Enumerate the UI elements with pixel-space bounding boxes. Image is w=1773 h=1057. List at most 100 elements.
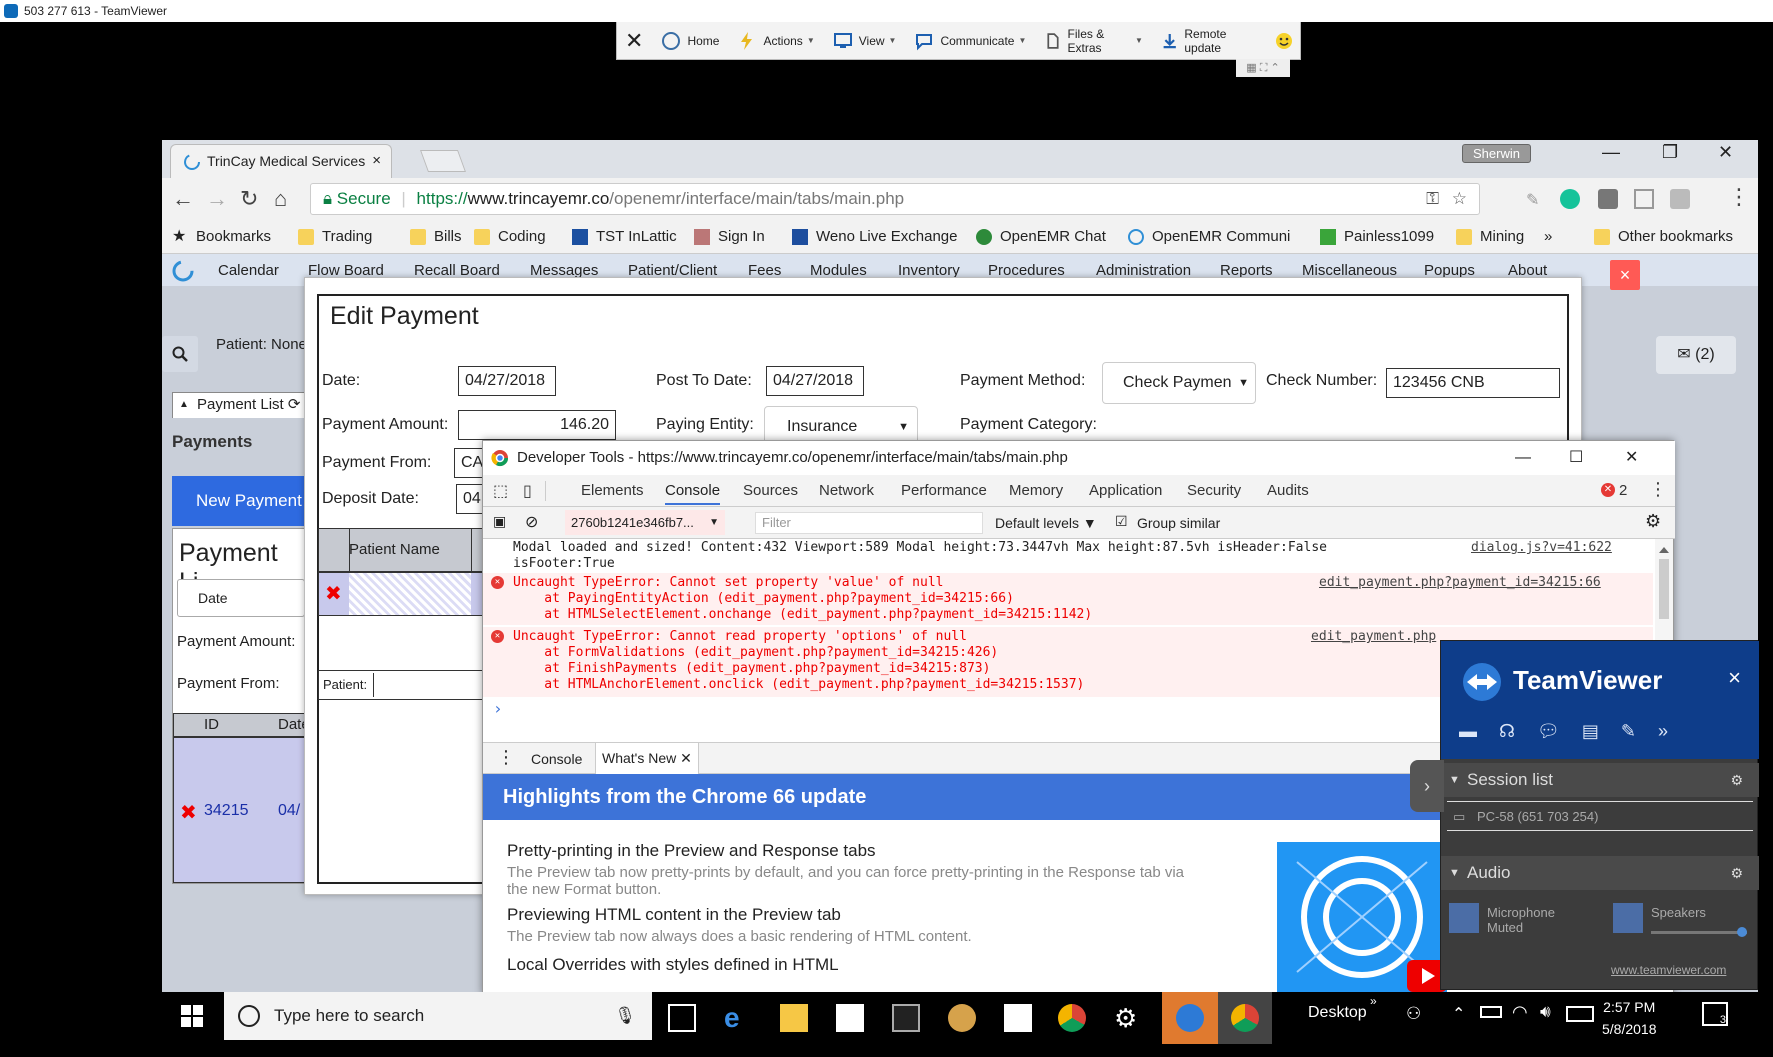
forward-button[interactable]: → — [206, 186, 228, 212]
extension-icon[interactable]: ✎ — [1526, 190, 1539, 210]
wifi-icon[interactable]: ◠ — [1512, 1002, 1528, 1023]
bookmark-item[interactable]: ★ Bookmarks — [172, 220, 271, 254]
paint-icon[interactable] — [948, 1004, 976, 1032]
menu-kebab-icon[interactable]: ⋮ — [1649, 479, 1667, 500]
files-icon[interactable]: ▤ — [1582, 721, 1599, 742]
bookmark-item[interactable]: TST InLattic — [572, 220, 677, 254]
patient-search-button[interactable] — [162, 336, 198, 372]
table-row[interactable]: ✖ 34215 04/ — [173, 737, 309, 883]
profile-button[interactable]: Sherwin — [1462, 144, 1531, 163]
group-similar-checkbox[interactable]: ☑ — [1115, 513, 1128, 530]
headset-icon[interactable]: ☊ — [1499, 721, 1515, 742]
post-to-date-input[interactable]: 04/27/2018 — [766, 366, 864, 396]
maximize-icon[interactable]: ☐ — [1569, 441, 1583, 475]
toolbar-view-button[interactable]: View ▼ — [833, 22, 896, 60]
gear-icon[interactable]: ⚙ — [1730, 763, 1743, 797]
tab-console[interactable]: Console — [665, 482, 721, 505]
back-button[interactable]: ← — [172, 186, 194, 212]
panel-expand-handle[interactable]: › — [1410, 760, 1444, 812]
tab-network[interactable]: Network — [819, 482, 874, 499]
settings-gear-icon[interactable]: ⚙ — [1114, 1004, 1142, 1032]
clear-console-icon[interactable]: ⊘ — [525, 512, 538, 532]
grammarly-icon[interactable] — [1560, 189, 1580, 209]
inspect-icon[interactable]: ⬚ — [493, 481, 508, 501]
battery-icon[interactable] — [1480, 1006, 1502, 1018]
notifications-icon[interactable]: 3 — [1702, 1002, 1728, 1026]
volume-icon[interactable]: 🔊︎ — [1540, 1002, 1551, 1022]
refresh-icon[interactable]: ⟳ — [284, 396, 301, 413]
drawer-menu-icon[interactable]: ⋮ — [497, 747, 515, 768]
toolbar-overflow[interactable]: » — [1370, 994, 1377, 1008]
payment-method-select[interactable]: Check Paymen ▼ — [1102, 362, 1256, 404]
log-source-link[interactable]: edit_payment.php — [1311, 629, 1436, 645]
extension-icon[interactable] — [1670, 189, 1690, 209]
chat-icon[interactable]: 💬︎ — [1537, 721, 1560, 742]
calendar-icon[interactable] — [1634, 189, 1654, 209]
whats-new-item-title[interactable]: Local Overrides with styles defined in H… — [507, 955, 839, 975]
delete-icon[interactable]: ✖ — [325, 581, 342, 606]
minimize-icon[interactable]: — — [1515, 441, 1531, 475]
console-filter-input[interactable]: Filter — [755, 512, 983, 534]
star-icon[interactable]: ☆ — [1452, 184, 1467, 214]
tab-elements[interactable]: Elements — [581, 482, 644, 499]
delete-icon[interactable]: ✖ — [180, 800, 197, 825]
reload-button[interactable]: ↻ — [240, 186, 258, 212]
whats-new-item-title[interactable]: Pretty-printing in the Preview and Respo… — [507, 841, 876, 861]
desktop-toolbar[interactable]: Desktop — [1308, 1004, 1367, 1022]
tab-sources[interactable]: Sources — [743, 482, 798, 499]
session-list-section[interactable]: ▼ Session list ⚙ — [1441, 763, 1759, 797]
bookmark-item[interactable]: Painless1099 — [1320, 220, 1434, 254]
windows-start-icon[interactable] — [180, 1004, 204, 1028]
tab-audits[interactable]: Audits — [1267, 482, 1309, 499]
omnibox[interactable]: 🔒︎ Secure | https://www.trincayemr.co/op… — [310, 183, 1480, 215]
tab-payment-list[interactable]: ▲ Payment List ⟳ — [172, 392, 306, 418]
file-explorer-icon[interactable] — [780, 1004, 808, 1032]
bookmark-item[interactable]: OpenEMR Communi — [1128, 220, 1290, 254]
new-payment-button[interactable]: New Payment — [172, 476, 308, 526]
people-icon[interactable]: ⚇ — [1406, 1004, 1421, 1024]
mail-icon[interactable] — [1004, 1004, 1032, 1032]
other-bookmarks[interactable]: Other bookmarks — [1594, 220, 1733, 254]
toolbar-close-button[interactable]: ✕ — [625, 22, 643, 60]
taskbar-search-input[interactable]: Type here to search 🎙︎ — [224, 992, 652, 1040]
sidebar-toggle-icon[interactable]: ▣ — [493, 513, 506, 530]
new-tab-button[interactable] — [419, 150, 467, 172]
toolbar-feedback-button[interactable] — [1274, 22, 1300, 60]
chrome-icon[interactable] — [1058, 1004, 1086, 1032]
store-icon[interactable] — [836, 1004, 864, 1032]
context-select[interactable]: 2760b1241e346fb7... ▼ — [565, 510, 725, 535]
bookmark-folder[interactable]: Mining — [1456, 220, 1524, 254]
menu-kebab-icon[interactable]: ⋮ — [1728, 184, 1750, 210]
tools-icon[interactable]: ✎ — [1621, 721, 1636, 742]
session-item[interactable]: ▭ PC-58 (651 703 254) — [1447, 801, 1753, 831]
close-window-icon[interactable]: ✕ — [1718, 142, 1733, 163]
toolbar-actions-button[interactable]: Actions ▼ — [737, 22, 815, 60]
tab-drawer-console[interactable]: Console — [531, 751, 582, 767]
extension-icon[interactable] — [1598, 189, 1618, 209]
teamviewer-taskbar-button[interactable] — [1162, 992, 1218, 1044]
log-source-link[interactable]: dialog.js?v=41:622 — [1471, 540, 1612, 556]
speaker-icon[interactable] — [1613, 903, 1643, 933]
keyboard-icon[interactable] — [1566, 1006, 1594, 1022]
tab-memory[interactable]: Memory — [1009, 482, 1063, 499]
whats-new-video-thumbnail[interactable] — [1277, 842, 1447, 992]
bookmark-item[interactable]: Weno Live Exchange — [792, 220, 957, 254]
bookmark-folder[interactable]: Bills — [410, 220, 462, 254]
toolbar-home-button[interactable]: Home — [661, 22, 719, 60]
toolbar-communicate-button[interactable]: Communicate ▼ — [914, 22, 1026, 60]
close-tab-icon[interactable]: × — [372, 145, 381, 177]
check-number-input[interactable]: 123456 CNB — [1386, 368, 1560, 398]
terminal-icon[interactable] — [892, 1004, 920, 1032]
key-icon[interactable]: ⚿ — [1426, 184, 1439, 214]
bookmarks-overflow[interactable]: » — [1544, 220, 1552, 254]
tab-whats-new[interactable]: What's New ✕ — [595, 743, 699, 774]
gear-icon[interactable]: ⚙ — [1730, 856, 1743, 890]
patient-filter[interactable]: Patient: — [318, 670, 486, 700]
dialog-close-button[interactable]: × — [1610, 260, 1640, 290]
bookmark-folder[interactable]: Trading — [298, 220, 372, 254]
tray-overflow-icon[interactable]: ⌃ — [1452, 1004, 1465, 1024]
device-toggle-icon[interactable]: ▯ — [523, 481, 532, 501]
browser-tab[interactable]: TrinCay Medical Services × — [170, 144, 392, 178]
log-source-link[interactable]: edit_payment.php?payment_id=34215:66 — [1319, 575, 1601, 591]
audio-section[interactable]: ▼ Audio ⚙ — [1441, 856, 1759, 890]
